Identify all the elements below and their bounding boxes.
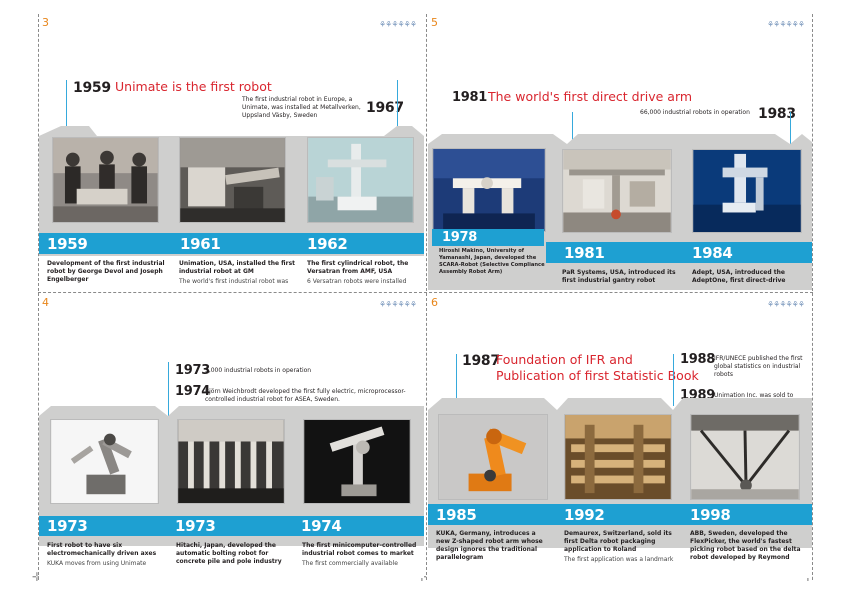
timeline-stem <box>790 112 791 148</box>
page-number: 3 <box>42 16 49 29</box>
item-year: 1962 <box>307 235 348 253</box>
photo-six-axis-robot <box>50 419 159 504</box>
note-text: 3,000 industrial robots in operation <box>205 367 312 374</box>
page-number: 4 <box>42 296 49 309</box>
note-text: IFR/UNECE published the first global sta… <box>714 355 803 378</box>
ornament-icons: ⚘⚘⚘⚘⚘⚘ <box>378 300 417 309</box>
headline-year: 1959 <box>73 80 111 96</box>
page-number: 6 <box>431 296 438 309</box>
page-3: 3 ⚘⚘⚘⚘⚘⚘ 1959 Unimate is the first robot… <box>39 14 424 290</box>
item-year: 1981 <box>564 244 605 262</box>
headline-title: Unimate is the first robot <box>115 79 272 94</box>
page-4: 4 ⚘⚘⚘⚘⚘⚘ 1973 3,000 industrial robots in… <box>39 294 424 578</box>
photo-devol-engelberger <box>52 137 159 223</box>
photo-delta-robot-packaging <box>564 414 672 500</box>
item-subcaption: KUKA moves from using Unimate <box>47 560 147 567</box>
note-text: Björn Weichbrodt developed the first ful… <box>205 388 406 403</box>
item-year: 1998 <box>690 506 731 524</box>
item-caption: KUKA, Germany, introduces a new Z-shaped… <box>436 530 543 561</box>
ornament-icons: ⚘⚘⚘⚘⚘⚘ <box>378 20 417 29</box>
year-bar <box>428 504 812 525</box>
year-bar <box>39 516 424 536</box>
note-year: 1988 <box>680 352 715 367</box>
photo-kuka-robot <box>438 414 548 500</box>
item-caption: PaR Systems, USA, introduced its first i… <box>562 269 676 284</box>
headline-year: 1987 <box>462 353 500 369</box>
headline-title-line1: Foundation of IFR and <box>496 352 633 367</box>
side-note-year: 1967 <box>366 100 404 116</box>
photo-bolting-robot <box>177 419 285 504</box>
item-year: 1973 <box>47 517 88 535</box>
item-year: 1978 <box>442 230 477 245</box>
crop-line-right <box>812 14 813 580</box>
item-year: 1992 <box>564 506 605 524</box>
photo-minicomputer-robot <box>303 419 411 504</box>
item-caption: Hitachi, Japan, developed the automatic … <box>176 542 282 565</box>
item-caption: ABB, Sweden, developed the FlexPicker, t… <box>690 530 801 561</box>
year-bar <box>39 233 424 254</box>
photo-versatran <box>307 137 414 223</box>
item-caption: The first minicomputer-controlled indust… <box>302 542 417 557</box>
photo-scara-robot <box>432 148 546 232</box>
item-caption: Development of the first industrial robo… <box>47 260 165 283</box>
item-subcaption: 6 Versatran robots were installed <box>307 278 407 285</box>
brochure-sheet: ✛ ✛ ✛ 3 ⚘⚘⚘⚘⚘⚘ 1959 Unimate is the first… <box>0 0 848 599</box>
photo-adeptone <box>692 149 802 233</box>
ornament-icons: ⚘⚘⚘⚘⚘⚘ <box>766 20 805 29</box>
fold-line-center <box>426 14 427 580</box>
item-year: 1973 <box>175 517 216 535</box>
timeline-stem <box>673 354 674 406</box>
headline-year: 1981 <box>452 90 487 105</box>
item-subcaption: The world's first industrial robot was <box>179 278 289 285</box>
item-caption: The first cylindrical robot, the Versatr… <box>307 260 409 275</box>
photo-flexpicker <box>690 414 800 500</box>
headline-title-line2: Publication of first Statistic Book <box>496 368 699 383</box>
item-caption: Adept, USA, introduced the AdeptOne, fir… <box>692 269 786 284</box>
page-number: 5 <box>431 16 438 29</box>
item-subcaption: The first commercially available <box>302 560 398 567</box>
page-6: 6 ⚘⚘⚘⚘⚘⚘ 1987 Foundation of IFR and Publ… <box>428 294 812 578</box>
ornament-icons: ⚘⚘⚘⚘⚘⚘ <box>766 300 805 309</box>
item-caption: Unimation, USA, installed the first indu… <box>179 260 296 275</box>
side-note: 66,000 industrial robots in operation <box>640 109 750 116</box>
fold-line-middle <box>38 292 813 293</box>
item-year: 1985 <box>436 506 477 524</box>
item-year: 1961 <box>180 235 221 253</box>
item-caption: Demaurex, Switzerland, sold its first De… <box>564 530 672 553</box>
item-caption: First robot to have six electromechanica… <box>47 542 157 557</box>
item-subcaption: The first application was a landmark <box>564 556 674 563</box>
item-year: 1984 <box>692 244 733 262</box>
item-year: 1974 <box>301 517 342 535</box>
item-year: 1959 <box>47 235 88 253</box>
item-caption: Hiroshi Makino, University of Yamanashi,… <box>439 248 545 275</box>
headline-title: The world's first direct drive arm <box>488 89 693 104</box>
page-5: 5 ⚘⚘⚘⚘⚘⚘ 1981 The world's first direct d… <box>428 14 812 290</box>
photo-unimate-gm <box>179 137 286 223</box>
photo-gantry-robot <box>562 149 672 233</box>
timeline-stem <box>168 362 169 422</box>
side-note: The first industrial robot in Europe, a … <box>242 96 361 119</box>
